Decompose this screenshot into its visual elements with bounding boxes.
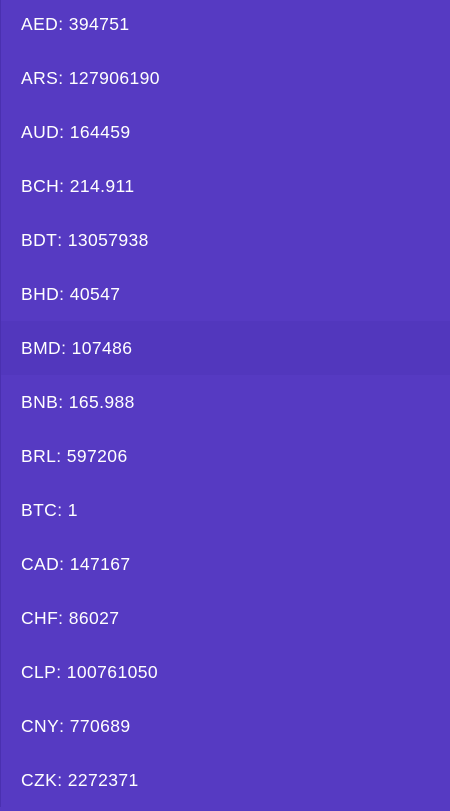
currency-code: BHD [21,283,60,304]
currency-code: CHF [21,607,59,628]
rate-row-czk[interactable]: CZK: 2272371 [0,753,450,807]
rate-value: 2272371 [67,769,139,790]
currency-code: CAD [21,553,60,574]
rate-value: 147167 [69,553,131,574]
separator: : [61,337,72,358]
rate-value: 127906190 [68,67,160,88]
separator: : [58,607,69,628]
separator: : [59,121,70,142]
separator: : [59,715,70,736]
rate-row-aud[interactable]: AUD: 164459 [0,105,450,159]
currency-code: ARS [21,67,59,88]
rate-value: 165.988 [68,391,135,412]
separator: : [58,67,69,88]
rate-row-bnb[interactable]: BNB: 165.988 [0,375,450,429]
currency-code: BRL [21,445,57,466]
rate-row-btc[interactable]: BTC: 1 [0,483,450,537]
rate-value: 40547 [69,283,121,304]
currency-code: BCH [21,175,60,196]
rate-row-bmd[interactable]: BMD: 107486 [0,321,450,375]
rate-row-bch[interactable]: BCH: 214.911 [0,159,450,213]
rate-value: 214.911 [69,175,135,196]
currency-code: BNB [21,391,59,412]
separator: : [59,553,70,574]
currency-code: BDT [21,229,58,250]
rate-row-brl[interactable]: BRL: 597206 [0,429,450,483]
separator: : [56,445,67,466]
rate-value: 394751 [68,13,130,34]
separator: : [57,769,68,790]
separator: : [57,499,68,520]
exchange-rate-list: AED: 394751 ARS: 127906190 AUD: 164459 B… [0,0,450,807]
currency-code: CNY [21,715,60,736]
rate-row-cad[interactable]: CAD: 147167 [0,537,450,591]
rate-row-ars[interactable]: ARS: 127906190 [0,51,450,105]
separator: : [57,229,68,250]
rate-value: 164459 [69,121,131,142]
rate-row-clp[interactable]: CLP: 100761050 [0,645,450,699]
rate-row-chf[interactable]: CHF: 86027 [0,591,450,645]
currency-code: CLP [21,661,57,682]
rate-value: 100761050 [66,661,158,682]
currency-code: CZK [21,769,58,790]
rate-row-bhd[interactable]: BHD: 40547 [0,267,450,321]
separator: : [58,13,69,34]
separator: : [59,283,70,304]
rate-row-aed[interactable]: AED: 394751 [0,0,450,51]
rate-value: 770689 [69,715,131,736]
rate-value: 597206 [66,445,128,466]
rate-value: 1 [67,499,78,520]
rate-value: 13057938 [67,229,149,250]
separator: : [59,175,70,196]
rate-row-cny[interactable]: CNY: 770689 [0,699,450,753]
currency-code: BMD [21,337,62,358]
rate-row-bdt[interactable]: BDT: 13057938 [0,213,450,267]
rate-value: 86027 [68,607,120,628]
separator: : [56,661,67,682]
currency-code: AUD [21,121,60,142]
separator: : [58,391,69,412]
currency-code: AED [21,13,59,34]
currency-code: BTC [21,499,58,520]
rate-value: 107486 [71,337,133,358]
